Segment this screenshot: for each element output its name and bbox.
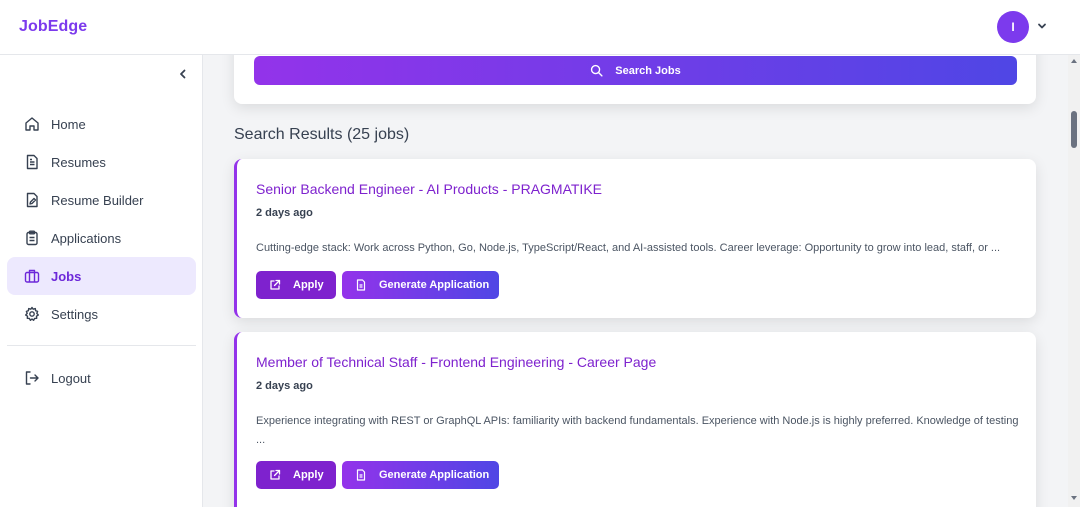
sidebar: Home Resumes Resume Builder Applications… [0, 55, 203, 507]
sidebar-item-label: Home [51, 116, 86, 132]
sidebar-item-resumes[interactable]: Resumes [7, 143, 196, 181]
search-icon [591, 64, 603, 77]
job-date: 2 days ago [256, 380, 313, 392]
job-title[interactable]: Member of Technical Staff - Frontend Eng… [256, 354, 656, 370]
generate-application-button[interactable]: Generate Application [342, 271, 499, 299]
main-content: Search Jobs Search Results (25 jobs) Sen… [203, 55, 1068, 507]
apply-label: Apply [293, 279, 324, 291]
document-icon [356, 279, 366, 291]
user-avatar[interactable]: I [997, 11, 1029, 43]
scroll-up-icon[interactable] [1070, 58, 1078, 64]
generate-application-button[interactable]: Generate Application [342, 461, 499, 489]
apply-label: Apply [293, 469, 324, 481]
job-date: 2 days ago [256, 207, 313, 219]
job-card: Senior Backend Engineer - AI Products - … [234, 159, 1036, 318]
sidebar-item-applications[interactable]: Applications [7, 219, 196, 257]
file-edit-icon [26, 192, 38, 208]
job-description: Cutting-edge stack: Work across Python, … [256, 242, 1001, 254]
page-scrollbar[interactable] [1068, 55, 1080, 507]
sidebar-item-label: Resumes [51, 154, 106, 170]
sidebar-item-jobs[interactable]: Jobs [7, 257, 196, 295]
sidebar-item-label: Settings [51, 306, 98, 322]
sidebar-item-label: Applications [51, 230, 122, 246]
sidebar-item-resume-builder[interactable]: Resume Builder [7, 181, 196, 219]
sidebar-item-label: Jobs [51, 268, 82, 284]
logout-label: Logout [51, 370, 91, 386]
sidebar-divider [7, 345, 196, 346]
chevron-down-icon[interactable] [1036, 20, 1048, 32]
job-description: Experience integrating with REST or Grap… [256, 415, 1019, 446]
chevron-left-icon[interactable] [176, 67, 190, 81]
search-jobs-button[interactable]: Search Jobs [254, 56, 1017, 85]
job-title[interactable]: Senior Backend Engineer - AI Products - … [256, 181, 602, 197]
document-icon [26, 154, 38, 170]
search-jobs-label: Search Jobs [615, 64, 681, 77]
gear-icon [25, 306, 39, 321]
brand-logo[interactable]: JobEdge [19, 18, 87, 36]
top-bar: JobEdge I [0, 0, 1080, 55]
document-icon [356, 469, 366, 481]
home-icon [25, 117, 39, 131]
external-link-icon [270, 279, 281, 290]
scroll-thumb[interactable] [1071, 111, 1077, 148]
sidebar-item-settings[interactable]: Settings [7, 295, 196, 333]
apply-button[interactable]: Apply [256, 271, 336, 299]
scroll-down-icon[interactable] [1070, 495, 1078, 501]
job-card: Member of Technical Staff - Frontend Eng… [234, 332, 1036, 507]
results-title: Search Results (25 jobs) [234, 126, 410, 143]
apply-button[interactable]: Apply [256, 461, 336, 489]
external-link-icon [270, 469, 281, 480]
logout-icon [25, 371, 39, 385]
clipboard-icon [26, 230, 38, 246]
search-card: Search Jobs [234, 55, 1036, 104]
briefcase-icon [24, 269, 40, 283]
generate-application-label: Generate Application [379, 469, 490, 481]
sidebar-item-label: Resume Builder [51, 192, 144, 208]
logout-button[interactable]: Logout [7, 359, 196, 397]
generate-application-label: Generate Application [379, 279, 490, 291]
sidebar-item-home[interactable]: Home [7, 105, 196, 143]
